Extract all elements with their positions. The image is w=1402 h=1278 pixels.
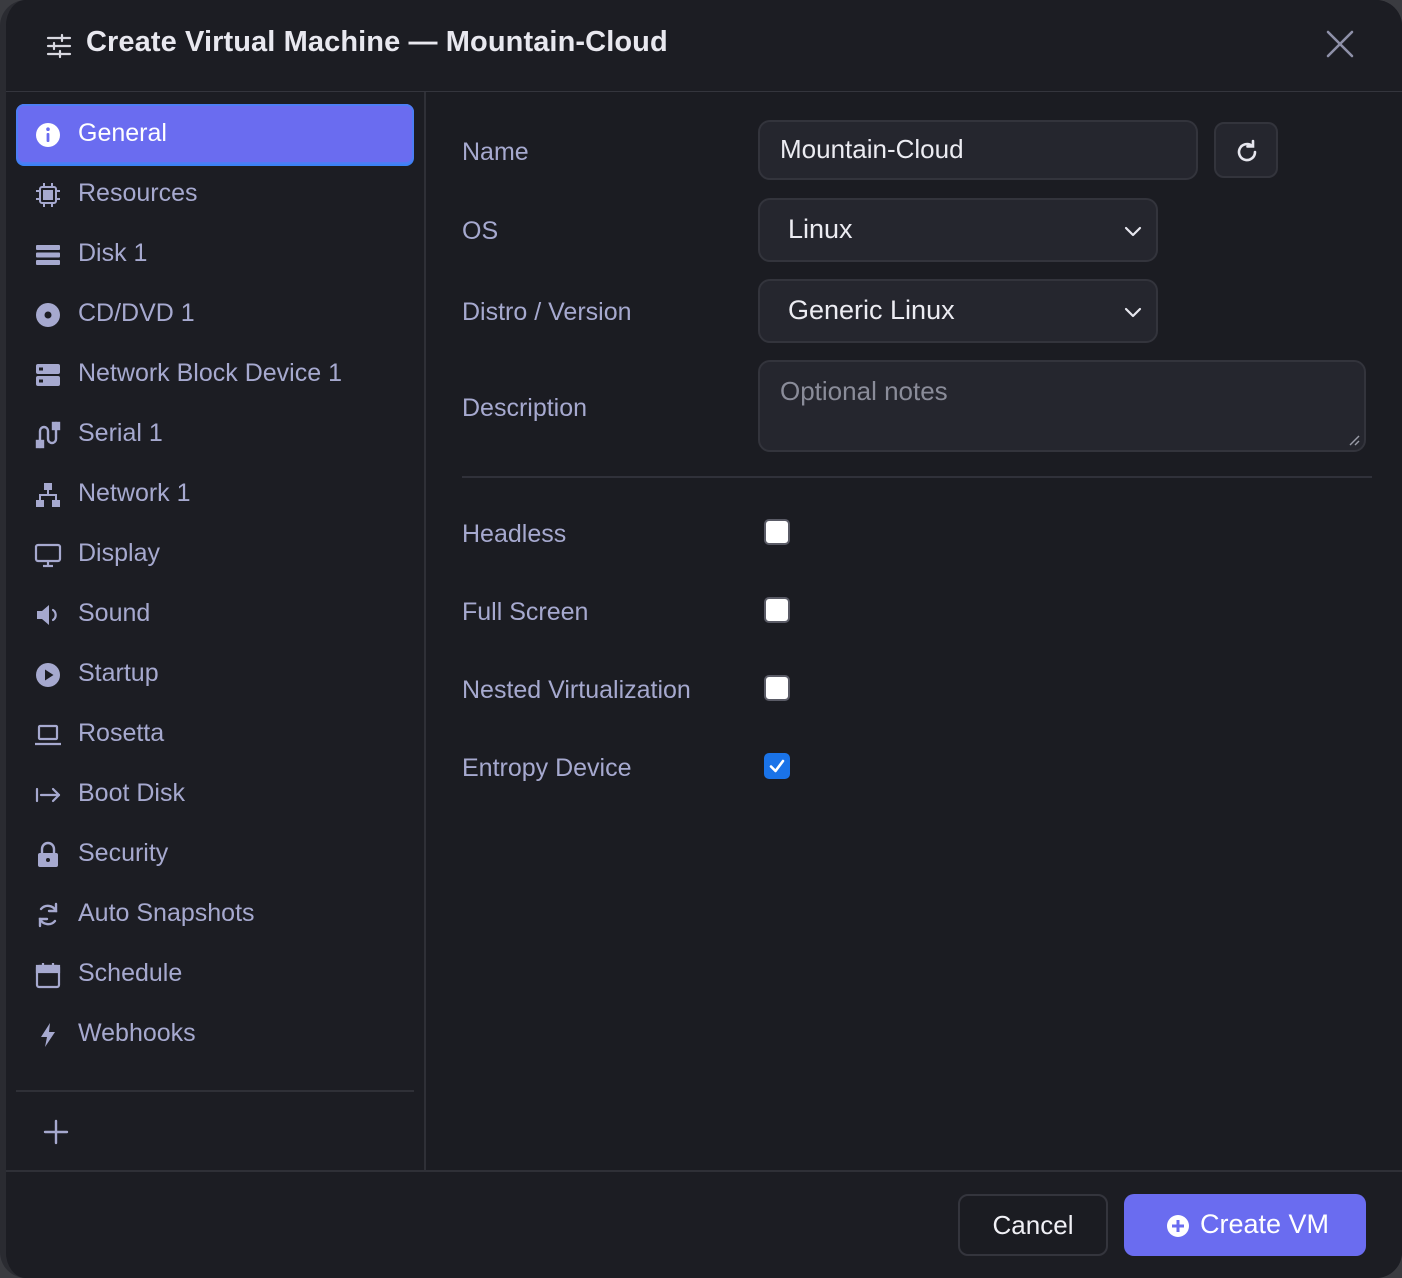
description-placeholder: Optional notes: [780, 376, 948, 406]
description-textarea[interactable]: Optional notes: [758, 360, 1366, 452]
cd-disc-icon: [36, 303, 60, 327]
info-circle-icon: [36, 123, 60, 147]
distro-version-select[interactable]: Generic Linux: [758, 279, 1158, 343]
cpu-chip-icon: [36, 183, 60, 207]
headless-checkbox[interactable]: [764, 519, 790, 545]
distro-version-value: Generic Linux: [788, 295, 955, 325]
calendar-icon: [35, 963, 61, 989]
cancel-button[interactable]: Cancel: [958, 1194, 1108, 1256]
sidebar-item-general[interactable]: General: [16, 104, 414, 164]
sidebar-item-network-block-device-1[interactable]: Network Block Device 1: [16, 344, 414, 404]
distro-version-label: Distro / Version: [462, 298, 632, 326]
full-screen-label: Full Screen: [462, 598, 589, 626]
sidebar-item-boot-disk[interactable]: Boot Disk: [16, 764, 414, 824]
os-value: Linux: [788, 214, 853, 244]
nested-virtualization-checkbox[interactable]: [764, 675, 790, 701]
sidebar-item-auto-snapshots[interactable]: Auto Snapshots: [16, 884, 414, 944]
sidebar-item-webhooks[interactable]: Webhooks: [16, 1004, 414, 1064]
sidebar-item-label: Network Block Device 1: [78, 359, 342, 387]
sidebar-item-label: Display: [78, 539, 160, 567]
sidebar-item-label: Serial 1: [78, 419, 163, 447]
name-label: Name: [462, 138, 529, 166]
sidebar-item-label: Auto Snapshots: [78, 899, 255, 927]
play-circle-icon: [36, 663, 60, 687]
chevron-down-icon: [1124, 307, 1142, 318]
sidebar-item-label: Security: [78, 839, 169, 867]
sidebar-item-serial-1[interactable]: Serial 1: [16, 404, 414, 464]
full-screen-checkbox[interactable]: [764, 597, 790, 623]
general-settings-panel: Name Mountain-Cloud OS Linux Distro / Ve…: [426, 92, 1402, 1170]
network-tree-icon: [36, 483, 60, 507]
sidebar-item-resources[interactable]: Resources: [16, 164, 414, 224]
sidebar-item-label: Sound: [78, 599, 151, 627]
arrow-right-bar-icon: [35, 787, 61, 803]
os-label: OS: [462, 217, 499, 245]
sidebar-item-disk-1[interactable]: Disk 1: [16, 224, 414, 284]
sidebar-item-label: CD/DVD 1: [78, 299, 195, 327]
close-icon[interactable]: [1324, 28, 1356, 60]
sidebar-item-rosetta[interactable]: Rosetta: [16, 704, 414, 764]
sidebar-item-security[interactable]: Security: [16, 824, 414, 884]
refresh-icon: [1237, 139, 1257, 162]
regenerate-name-button[interactable]: [1214, 122, 1278, 178]
entropy-device-checkbox[interactable]: [764, 753, 790, 779]
resize-grip-icon[interactable]: [1348, 434, 1360, 446]
sidebar-item-label: Startup: [78, 659, 159, 687]
lock-icon: [38, 841, 58, 867]
dialog-title: Create Virtual Machine — Mountain-Cloud: [86, 26, 668, 58]
sliders-icon: [46, 33, 72, 59]
entropy-device-label: Entropy Device: [462, 754, 632, 782]
vm-name-value: Mountain-Cloud: [780, 134, 964, 164]
chevron-down-icon: [1124, 226, 1142, 237]
sidebar-item-startup[interactable]: Startup: [16, 644, 414, 704]
form-divider: [462, 476, 1372, 478]
headless-label: Headless: [462, 520, 567, 548]
dialog-footer: Cancel Create VM: [6, 1170, 1402, 1278]
vm-name-input[interactable]: Mountain-Cloud: [758, 120, 1198, 180]
monitor-icon: [34, 543, 62, 568]
sidebar-item-label: Network 1: [78, 479, 191, 507]
sidebar-item-cd-dvd-1[interactable]: CD/DVD 1: [16, 284, 414, 344]
sidebar-item-network-1[interactable]: Network 1: [16, 464, 414, 524]
create-vm-label: Create VM: [1200, 1209, 1330, 1239]
create-vm-button[interactable]: Create VM: [1124, 1194, 1366, 1256]
disk-stack-icon: [36, 245, 60, 265]
sidebar-item-label: Disk 1: [78, 239, 148, 267]
serial-plug-icon: [35, 421, 61, 449]
os-select[interactable]: Linux: [758, 198, 1158, 262]
speaker-icon: [37, 605, 57, 625]
sidebar-item-label: General: [78, 119, 167, 147]
sidebar-item-label: Resources: [78, 179, 198, 207]
sidebar-item-label: Rosetta: [78, 719, 165, 747]
sidebar-item-label: Boot Disk: [78, 779, 185, 807]
description-label: Description: [462, 394, 588, 422]
nested-virtualization-label: Nested Virtualization: [462, 676, 691, 704]
sidebar-item-label: Schedule: [78, 959, 183, 987]
create-vm-dialog: Create Virtual Machine — Mountain-Cloud …: [0, 0, 1402, 1278]
laptop-icon: [35, 724, 61, 746]
sidebar-item-label: Webhooks: [78, 1019, 196, 1047]
plus-icon[interactable]: [42, 1118, 70, 1146]
checkmark-icon: [769, 759, 785, 773]
sidebar-item-display[interactable]: Display: [16, 524, 414, 584]
sidebar-item-schedule[interactable]: Schedule: [16, 944, 414, 1004]
server-icon: [36, 364, 60, 386]
lightning-icon: [41, 1023, 55, 1047]
dialog-header: Create Virtual Machine — Mountain-Cloud: [6, 0, 1402, 92]
plus-circle-icon: [1167, 1215, 1189, 1237]
sidebar-item-sound[interactable]: Sound: [16, 584, 414, 644]
sidebar-divider: [16, 1090, 414, 1092]
refresh-arrows-icon: [38, 902, 58, 928]
sidebar: General Resources Disk 1 CD/DVD 1 Networ…: [6, 92, 426, 1170]
